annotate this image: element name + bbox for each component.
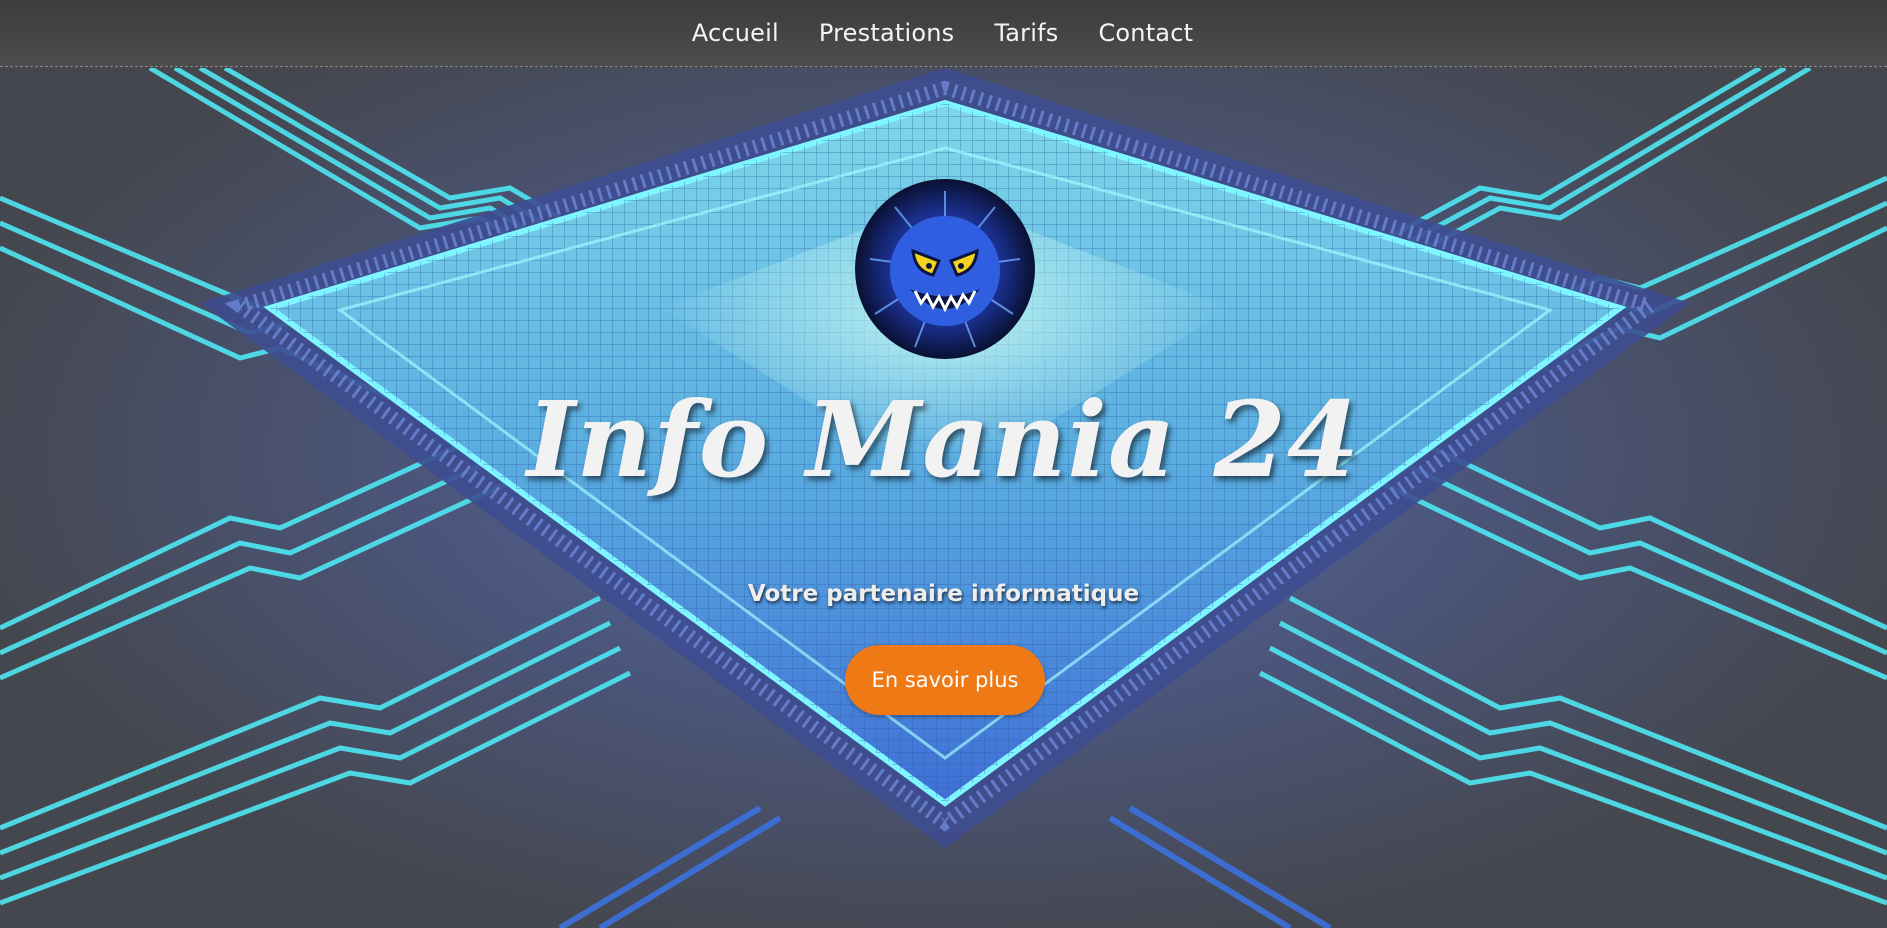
- site-title: Info Mania 24: [526, 378, 1361, 501]
- nav-link-contact[interactable]: Contact: [1098, 19, 1193, 47]
- site-subtitle: Votre partenaire informatique: [747, 581, 1140, 607]
- hero-section: Info Mania 24 Votre partenaire informati…: [0, 68, 1887, 928]
- hero-content: Info Mania 24 Votre partenaire informati…: [0, 68, 1887, 928]
- nav-link-accueil[interactable]: Accueil: [692, 19, 779, 47]
- blue-monster-icon: [855, 179, 1035, 359]
- nav-item-tarifs: Tarifs: [994, 19, 1058, 47]
- nav-item-contact: Contact: [1098, 19, 1193, 47]
- nav-menu: Accueil Prestations Tarifs Contact: [692, 19, 1193, 47]
- nav-link-prestations[interactable]: Prestations: [819, 19, 954, 47]
- nav-link-tarifs[interactable]: Tarifs: [994, 19, 1058, 47]
- nav-item-prestations: Prestations: [819, 19, 954, 47]
- page: Accueil Prestations Tarifs Contact Info …: [0, 0, 1887, 928]
- nav-item-accueil: Accueil: [692, 19, 779, 47]
- top-navbar: Accueil Prestations Tarifs Contact: [0, 0, 1887, 67]
- learn-more-button[interactable]: En savoir plus: [845, 645, 1045, 715]
- logo-graphic: [869, 191, 1021, 348]
